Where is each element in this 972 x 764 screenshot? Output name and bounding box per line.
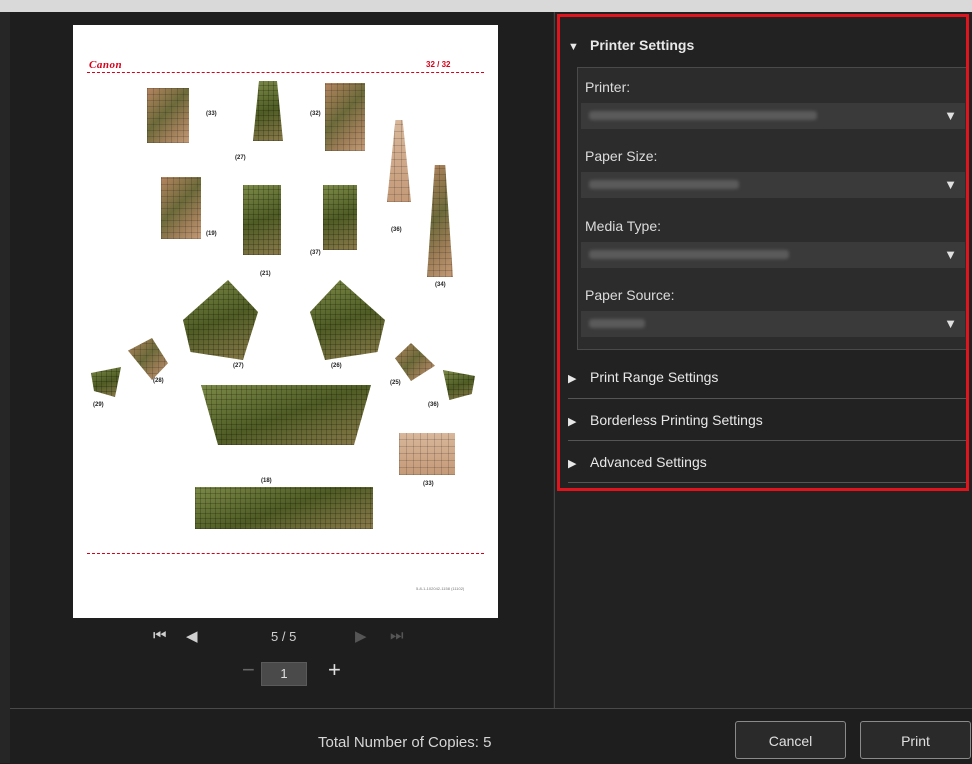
papercraft-piece: [91, 367, 121, 397]
next-page-icon[interactable]: ▶: [355, 627, 367, 645]
papercraft-piece: [128, 338, 168, 380]
papercraft-piece: [443, 370, 475, 400]
piece-label: (34): [435, 282, 446, 288]
piece-label: (18): [261, 478, 272, 484]
piece-label: (26): [331, 363, 342, 369]
piece-label: (33): [206, 111, 217, 117]
piece-label: (28): [153, 378, 164, 384]
skip-first-icon[interactable]: ⏮: [153, 627, 167, 644]
highlight-frame: [557, 14, 969, 491]
prev-page-icon[interactable]: ◀: [186, 627, 198, 645]
papercraft-piece: [161, 177, 201, 239]
increment-button[interactable]: +: [328, 657, 341, 683]
piece-label: (36): [391, 227, 402, 233]
print-button[interactable]: Print: [860, 721, 971, 759]
piece-label: (25): [390, 380, 401, 386]
header-rule: [87, 72, 484, 74]
brand-logo: Canon: [89, 59, 123, 71]
copies-input[interactable]: 1: [261, 662, 307, 686]
papercraft-piece: [325, 83, 365, 151]
papercraft-piece: [201, 385, 371, 445]
papercraft-piece: [183, 280, 258, 360]
piece-label: (36): [428, 402, 439, 408]
page-code: 32 / 32: [426, 60, 451, 69]
piece-label: (33): [423, 481, 434, 487]
piece-label: (37): [310, 250, 321, 256]
papercraft-piece: [253, 81, 283, 141]
piece-label: (27): [233, 363, 244, 369]
piece-label: (21): [260, 271, 271, 277]
papercraft-piece: [147, 88, 189, 143]
papercraft-piece: [399, 433, 455, 475]
skip-last-icon[interactable]: ⏭: [390, 627, 404, 644]
page-indicator: 5 / 5: [271, 629, 297, 644]
cancel-button[interactable]: Cancel: [735, 721, 846, 759]
papercraft-piece: [323, 185, 357, 250]
copies-stepper: − 1 +: [10, 657, 553, 686]
papercraft-piece: [387, 120, 411, 202]
papercraft-piece: [395, 343, 435, 381]
total-copies-text: Total Number of Copies: 5: [318, 734, 492, 751]
footer-rule: [87, 553, 484, 555]
papercraft-piece: [195, 487, 373, 529]
page-footnote: 5-8-1-102042-1158 (11102): [416, 586, 465, 591]
piece-label: (19): [206, 231, 217, 237]
piece-label: (29): [93, 402, 104, 408]
page-preview: Canon 32 / 32 (33) (27) (32) (19) (21) (…: [73, 25, 498, 618]
title-bar: [0, 0, 972, 12]
piece-label: (27): [235, 155, 246, 161]
decrement-button[interactable]: −: [242, 657, 255, 683]
papercraft-piece: [243, 185, 281, 255]
papercraft-piece: [427, 165, 453, 277]
papercraft-piece: [310, 280, 385, 360]
piece-label: (32): [310, 111, 321, 117]
page-navigation: ⏮ ◀ 5 / 5 ▶ ⏭: [10, 625, 553, 647]
